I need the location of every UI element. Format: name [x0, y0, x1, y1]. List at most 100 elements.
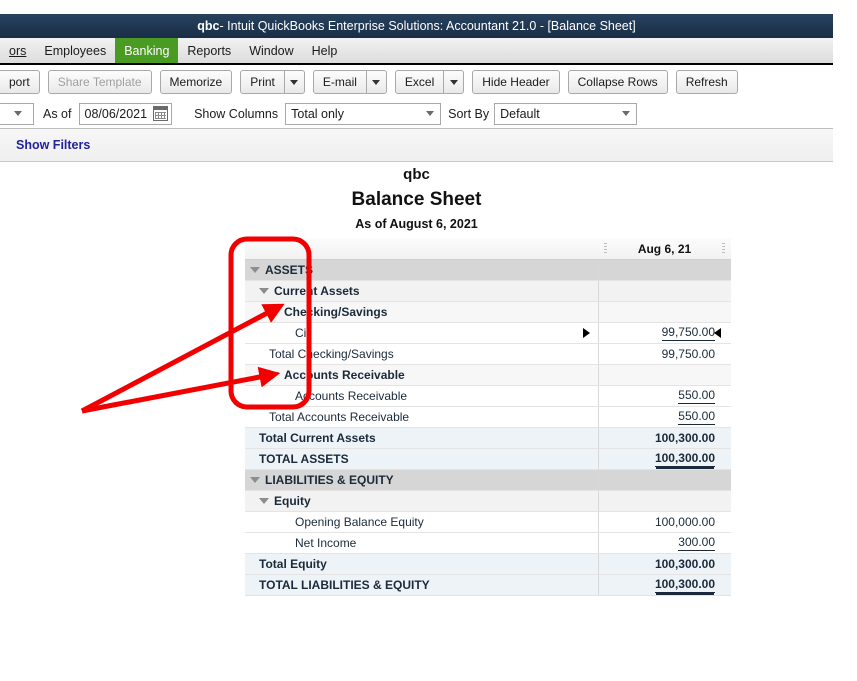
- table-row[interactable]: TOTAL ASSETS 100,300.00: [245, 449, 731, 470]
- menu-item-window[interactable]: Window: [240, 38, 302, 63]
- table-row[interactable]: Accounts Receivable 550.00: [245, 386, 731, 407]
- table-row[interactable]: Opening Balance Equity 100,000.00: [245, 512, 731, 533]
- collapse-rows-button[interactable]: Collapse Rows: [567, 70, 668, 94]
- column-drag-handle-icon[interactable]: [722, 243, 725, 254]
- row-value-cell[interactable]: [598, 302, 731, 322]
- print-split-button: Print: [240, 70, 305, 94]
- table-row[interactable]: ASSETS: [245, 260, 731, 281]
- row-value-cell[interactable]: 100,000.00: [598, 512, 731, 532]
- drilldown-left-arrow-icon[interactable]: [714, 328, 721, 338]
- show-filters-link[interactable]: Show Filters: [16, 138, 90, 152]
- menu-bar: ors Employees Banking Reports Window Hel…: [0, 38, 833, 65]
- row-label-cell: Current Assets: [245, 281, 598, 301]
- row-value-cell[interactable]: 100,300.00: [598, 428, 731, 448]
- row-label-cell: Accounts Receivable: [245, 386, 598, 406]
- collapse-triangle-icon[interactable]: [259, 498, 269, 504]
- menu-item-vendors[interactable]: ors: [0, 38, 35, 63]
- collapse-triangle-icon[interactable]: [259, 288, 269, 294]
- menu-item-help[interactable]: Help: [303, 38, 347, 63]
- row-value-cell[interactable]: 100,300.00: [598, 575, 731, 595]
- row-label: Total Accounts Receivable: [269, 410, 410, 424]
- table-row[interactable]: TOTAL LIABILITIES & EQUITY 100,300.00: [245, 575, 731, 596]
- collapse-triangle-icon[interactable]: [250, 477, 260, 483]
- refresh-button-label: Refresh: [685, 75, 728, 89]
- row-value-cell[interactable]: [598, 281, 731, 301]
- column-drag-handle-icon[interactable]: [604, 243, 607, 254]
- table-row[interactable]: Total Equity 100,300.00: [245, 554, 731, 575]
- print-dropdown-button[interactable]: [284, 70, 305, 94]
- row-label-cell: Net Income: [245, 533, 598, 553]
- share-template-button[interactable]: Share Template: [47, 70, 152, 94]
- table-row[interactable]: Total Current Assets 100,300.00: [245, 428, 731, 449]
- table-row[interactable]: Citi 99,750.00: [245, 323, 731, 344]
- collapse-triangle-icon[interactable]: [269, 309, 279, 315]
- row-label-cell: Total Equity: [245, 554, 598, 574]
- row-value-cell[interactable]: 99,750.00: [598, 323, 731, 343]
- menu-item-banking[interactable]: Banking: [115, 38, 179, 63]
- table-row[interactable]: Net Income 300.00: [245, 533, 731, 554]
- refresh-button[interactable]: Refresh: [675, 70, 738, 94]
- row-value-cell[interactable]: [598, 470, 731, 490]
- collapse-triangle-icon[interactable]: [250, 267, 260, 273]
- menu-item-employees[interactable]: Employees: [35, 38, 115, 63]
- row-label-cell: Total Checking/Savings: [245, 344, 598, 364]
- row-label-cell: Equity: [245, 491, 598, 511]
- column-header-blank: [245, 238, 598, 259]
- table-row[interactable]: Current Assets: [245, 281, 731, 302]
- sort-by-label: Sort By: [448, 106, 490, 121]
- as-of-date-value: 08/06/2021: [84, 106, 148, 121]
- email-button[interactable]: E-mail: [312, 70, 367, 94]
- table-column-header-row: Aug 6, 21: [245, 238, 731, 260]
- show-columns-dropdown[interactable]: Total only: [285, 102, 442, 125]
- show-columns-value: Total only: [291, 106, 344, 121]
- row-value-cell[interactable]: [598, 260, 731, 280]
- menu-item-employees-label: Employees: [44, 43, 107, 58]
- memorize-button[interactable]: Memorize: [159, 70, 233, 94]
- row-value: 550.00: [678, 409, 715, 425]
- table-row[interactable]: Accounts Receivable: [245, 365, 731, 386]
- as-of-date-field[interactable]: 08/06/2021: [78, 102, 173, 125]
- report-subtitle: As of August 6, 2021: [355, 217, 478, 231]
- row-label-cell: Checking/Savings: [245, 302, 598, 322]
- print-button[interactable]: Print: [240, 70, 285, 94]
- window-title-text: - Intuit QuickBooks Enterprise Solutions…: [219, 19, 636, 33]
- email-dropdown-button[interactable]: [366, 70, 387, 94]
- share-template-button-label: Share Template: [57, 75, 142, 89]
- excel-dropdown-button[interactable]: [444, 70, 465, 94]
- row-value-cell[interactable]: 300.00: [598, 533, 731, 553]
- sort-by-dropdown[interactable]: Default: [494, 102, 638, 125]
- row-value-cell[interactable]: 100,300.00: [598, 449, 731, 469]
- row-value-cell[interactable]: 550.00: [598, 386, 731, 406]
- row-label: Total Equity: [259, 557, 327, 571]
- hide-header-button[interactable]: Hide Header: [472, 70, 560, 94]
- row-label: LIABILITIES & EQUITY: [265, 473, 394, 487]
- table-row[interactable]: Total Checking/Savings 99,750.00: [245, 344, 731, 365]
- show-columns-label: Show Columns: [194, 106, 279, 121]
- calendar-icon[interactable]: [153, 106, 169, 121]
- date-range-dropdown[interactable]: [0, 102, 34, 125]
- row-value: 99,750.00: [661, 325, 715, 341]
- drilldown-right-arrow-icon[interactable]: [583, 328, 590, 338]
- column-header-date-label: Aug 6, 21: [637, 241, 692, 256]
- export-button[interactable]: port: [0, 70, 40, 94]
- window-title-company: qbc: [197, 19, 220, 33]
- row-label-cell: Citi: [245, 323, 598, 343]
- table-row[interactable]: LIABILITIES & EQUITY: [245, 470, 731, 491]
- row-value: 100,300.00: [654, 451, 715, 467]
- excel-button-label: Excel: [404, 75, 435, 89]
- menu-item-reports[interactable]: Reports: [178, 38, 240, 63]
- row-value-cell[interactable]: [598, 491, 731, 511]
- row-value-cell[interactable]: 100,300.00: [598, 554, 731, 574]
- row-value-cell[interactable]: 99,750.00: [598, 344, 731, 364]
- collapse-triangle-icon[interactable]: [269, 372, 279, 378]
- menu-item-window-label: Window: [249, 43, 294, 58]
- table-row[interactable]: Checking/Savings: [245, 302, 731, 323]
- table-row[interactable]: Total Accounts Receivable 550.00: [245, 407, 731, 428]
- row-value-cell[interactable]: [598, 365, 731, 385]
- table-row[interactable]: Equity: [245, 491, 731, 512]
- row-value-cell[interactable]: 550.00: [598, 407, 731, 427]
- excel-button[interactable]: Excel: [394, 70, 445, 94]
- row-label: Total Checking/Savings: [269, 347, 394, 361]
- row-label: Accounts Receivable: [295, 389, 408, 403]
- row-label: Total Current Assets: [259, 431, 376, 445]
